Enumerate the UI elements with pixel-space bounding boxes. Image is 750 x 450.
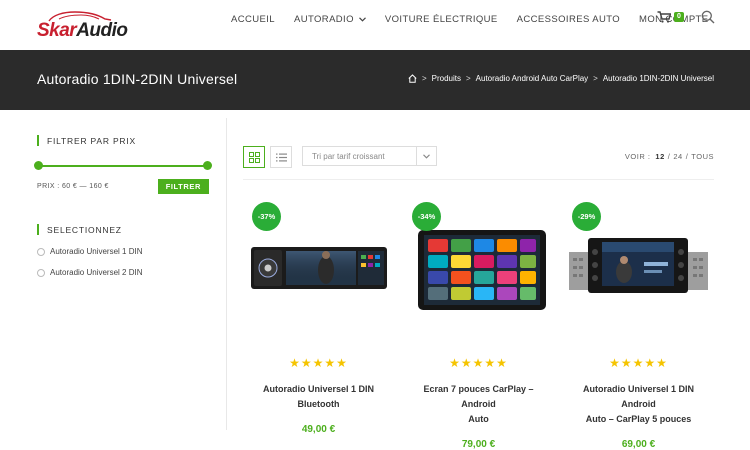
product-card[interactable]: -34% ★★★★★ Ecran 7 pouces CarPlay – Andr… xyxy=(406,200,551,450)
breadcrumb-separator: > xyxy=(421,74,427,83)
product-image[interactable]: -29% xyxy=(566,200,711,340)
breadcrumb-produits[interactable]: Produits xyxy=(432,74,461,83)
price-filter-title: FILTRER PAR PRIX xyxy=(37,135,209,146)
nav-label: AUTORADIO xyxy=(293,13,354,25)
price-range-label: PRIX : 60 € — 160 € xyxy=(37,183,109,190)
logo[interactable]: SkarAudio xyxy=(37,10,137,41)
breadcrumb-separator: > xyxy=(593,74,598,83)
breadcrumb-separator: > xyxy=(465,74,471,83)
product-name-line1: Autoradio Universel 1 DIN xyxy=(262,384,375,394)
slider-handle-max[interactable] xyxy=(203,161,212,170)
sidebar-divider xyxy=(226,118,227,430)
per-page-option-24[interactable]: 24 xyxy=(673,152,682,161)
product-name[interactable]: Autoradio Universel 1 DIN Android Auto –… xyxy=(566,382,711,427)
product-name-line1: Autoradio Universel 1 DIN Android xyxy=(582,384,695,409)
product-price: 69,00 € xyxy=(621,439,656,450)
product-card[interactable]: -37% ★★★★★ Autoradio Universel 1 DIN Blu… xyxy=(246,200,391,435)
nav-item-accueil[interactable]: ACCUEIL xyxy=(231,14,275,25)
page-title: Autoradio 1DIN-2DIN Universel xyxy=(37,71,238,87)
breadcrumb: > Produits > Autoradio Android Auto CarP… xyxy=(408,74,714,83)
product-image[interactable]: -34% xyxy=(406,200,551,340)
main-nav: ACCUEIL AUTORADIO VOITURE ÉLECTRIQUE ACC… xyxy=(231,12,728,26)
slider-track xyxy=(37,165,209,167)
nav-label: ACCUEIL xyxy=(231,13,275,25)
product-card[interactable]: -29% ★★★★★ Autoradio Universel 1 DIN And… xyxy=(566,200,711,450)
sort-select[interactable]: Tri par tarif croissant xyxy=(302,146,437,166)
cart-count-badge: 0 xyxy=(674,12,684,22)
product-name-line1: Ecran 7 pouces CarPlay – Android xyxy=(423,384,534,409)
cart-icon xyxy=(657,11,671,23)
title-accent-bar xyxy=(37,224,39,235)
nav-item-voiture-electrique[interactable]: VOITURE ÉLECTRIQUE xyxy=(385,14,498,25)
toolbar-divider xyxy=(243,179,714,180)
nav-label: ACCESSOIRES AUTO xyxy=(516,13,621,25)
per-page-selector: VOIR : 12 / 24 / TOUS xyxy=(624,152,714,161)
per-page-option-tous[interactable]: TOUS xyxy=(691,152,714,161)
logo-text-part1: Skar xyxy=(37,20,77,41)
search-icon[interactable] xyxy=(701,10,715,24)
sale-badge: -37% xyxy=(252,202,281,231)
shop-toolbar: Tri par tarif croissant VOIR : 12 / 24 /… xyxy=(243,146,714,168)
breadcrumb-autoradio-android[interactable]: Autoradio Android Auto CarPlay xyxy=(476,74,589,83)
grid-icon xyxy=(248,151,260,163)
slider-handle-min[interactable] xyxy=(34,161,43,170)
breadcrumb-current: Autoradio 1DIN-2DIN Universel xyxy=(602,74,714,83)
select-title: SELECTIONNEZ xyxy=(37,224,209,235)
page-header-band: Autoradio 1DIN-2DIN Universel > Produits… xyxy=(0,50,750,110)
grid-view-button[interactable] xyxy=(243,146,265,168)
product-image[interactable]: -37% xyxy=(246,200,391,340)
product-name-line2: Auto xyxy=(468,414,489,424)
option-universel-2-din[interactable]: Autoradio Universel 2 DIN xyxy=(37,268,209,277)
chevron-down-icon xyxy=(423,153,430,159)
nav-item-accessoires-auto[interactable]: ACCESSOIRES AUTO xyxy=(517,14,620,25)
title-accent-bar xyxy=(37,135,39,146)
rating-stars: ★★★★★ xyxy=(289,356,348,370)
filter-button[interactable]: FILTRER xyxy=(157,179,209,194)
per-page-current[interactable]: 12 xyxy=(655,152,664,161)
product-name-line2: Bluetooth xyxy=(297,399,340,409)
product-price: 79,00 € xyxy=(461,439,496,450)
product-name[interactable]: Autoradio Universel 1 DIN Bluetooth xyxy=(246,382,391,412)
option-label: Autoradio Universel 1 DIN xyxy=(50,247,143,256)
rating-stars: ★★★★★ xyxy=(609,356,668,370)
nav-item-autoradio[interactable]: AUTORADIO xyxy=(294,14,366,25)
sale-badge: -29% xyxy=(572,202,601,231)
chevron-down-icon xyxy=(358,16,366,22)
price-filter-title-text: FILTRER PAR PRIX xyxy=(47,135,136,146)
nav-label: VOITURE ÉLECTRIQUE xyxy=(384,13,498,25)
cart-button[interactable]: 0 xyxy=(657,11,684,23)
rating-stars: ★★★★★ xyxy=(449,356,508,370)
sort-dropdown-toggle[interactable] xyxy=(416,147,436,165)
product-name[interactable]: Ecran 7 pouces CarPlay – Android Auto xyxy=(406,382,551,427)
radio-button[interactable] xyxy=(37,268,45,277)
list-icon xyxy=(275,153,287,161)
logo-text-part2: Audio xyxy=(76,20,128,41)
sort-selected-value: Tri par tarif croissant xyxy=(312,152,385,161)
radio-button[interactable] xyxy=(37,247,45,256)
price-range-slider[interactable] xyxy=(34,159,212,173)
product-name-line2: Auto – CarPlay 5 pouces xyxy=(585,414,692,424)
home-icon[interactable] xyxy=(408,74,417,83)
shop-sidebar: FILTRER PAR PRIX PRIX : 60 € — 160 € FIL… xyxy=(34,135,212,277)
select-title-text: SELECTIONNEZ xyxy=(47,224,122,235)
list-view-button[interactable] xyxy=(270,146,292,168)
option-label: Autoradio Universel 2 DIN xyxy=(50,268,143,277)
option-universel-1-din[interactable]: Autoradio Universel 1 DIN xyxy=(37,247,209,256)
site-header: SkarAudio ACCUEIL AUTORADIO VOITURE ÉLEC… xyxy=(0,0,750,50)
voir-label: VOIR : xyxy=(624,152,651,161)
sale-badge: -34% xyxy=(412,202,441,231)
